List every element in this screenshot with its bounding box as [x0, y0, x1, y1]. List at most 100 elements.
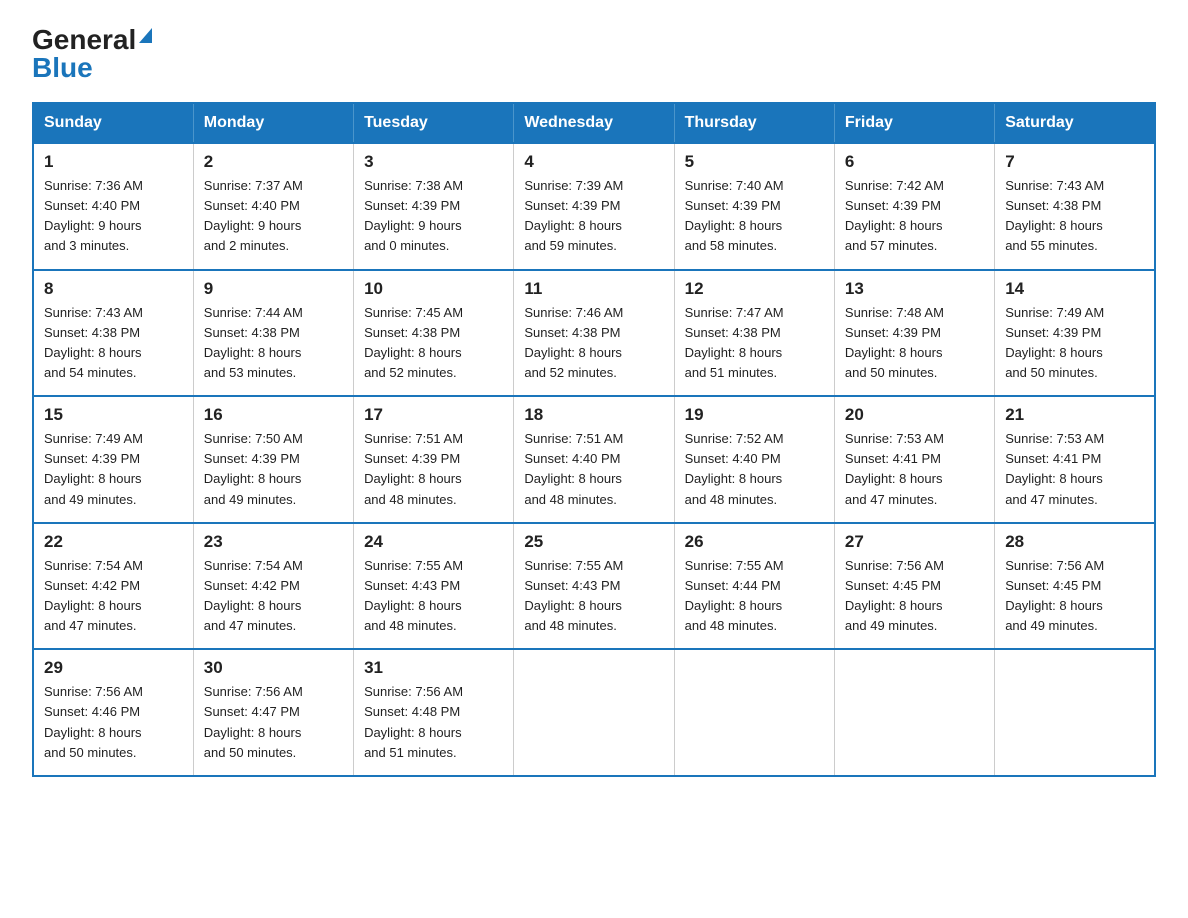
day-number: 9 [204, 279, 343, 299]
day-cell: 14 Sunrise: 7:49 AMSunset: 4:39 PMDaylig… [995, 270, 1155, 397]
week-row-5: 29 Sunrise: 7:56 AMSunset: 4:46 PMDaylig… [33, 649, 1155, 776]
day-cell: 19 Sunrise: 7:52 AMSunset: 4:40 PMDaylig… [674, 396, 834, 523]
col-header-monday: Monday [193, 103, 353, 143]
day-info: Sunrise: 7:43 AMSunset: 4:38 PMDaylight:… [1005, 178, 1104, 253]
calendar-table: SundayMondayTuesdayWednesdayThursdayFrid… [32, 102, 1156, 777]
day-number: 23 [204, 532, 343, 552]
day-info: Sunrise: 7:53 AMSunset: 4:41 PMDaylight:… [1005, 431, 1104, 506]
day-number: 31 [364, 658, 503, 678]
day-number: 14 [1005, 279, 1144, 299]
day-number: 18 [524, 405, 663, 425]
day-cell: 15 Sunrise: 7:49 AMSunset: 4:39 PMDaylig… [33, 396, 193, 523]
day-cell: 6 Sunrise: 7:42 AMSunset: 4:39 PMDayligh… [834, 143, 994, 270]
day-info: Sunrise: 7:42 AMSunset: 4:39 PMDaylight:… [845, 178, 944, 253]
day-cell: 7 Sunrise: 7:43 AMSunset: 4:38 PMDayligh… [995, 143, 1155, 270]
day-info: Sunrise: 7:54 AMSunset: 4:42 PMDaylight:… [44, 558, 143, 633]
day-info: Sunrise: 7:43 AMSunset: 4:38 PMDaylight:… [44, 305, 143, 380]
day-info: Sunrise: 7:38 AMSunset: 4:39 PMDaylight:… [364, 178, 463, 253]
day-number: 30 [204, 658, 343, 678]
day-number: 28 [1005, 532, 1144, 552]
day-number: 21 [1005, 405, 1144, 425]
day-cell: 21 Sunrise: 7:53 AMSunset: 4:41 PMDaylig… [995, 396, 1155, 523]
day-number: 2 [204, 152, 343, 172]
day-info: Sunrise: 7:39 AMSunset: 4:39 PMDaylight:… [524, 178, 623, 253]
day-cell: 28 Sunrise: 7:56 AMSunset: 4:45 PMDaylig… [995, 523, 1155, 650]
day-cell: 31 Sunrise: 7:56 AMSunset: 4:48 PMDaylig… [354, 649, 514, 776]
col-header-wednesday: Wednesday [514, 103, 674, 143]
day-info: Sunrise: 7:56 AMSunset: 4:45 PMDaylight:… [845, 558, 944, 633]
day-cell: 26 Sunrise: 7:55 AMSunset: 4:44 PMDaylig… [674, 523, 834, 650]
day-number: 7 [1005, 152, 1144, 172]
day-number: 24 [364, 532, 503, 552]
day-cell: 13 Sunrise: 7:48 AMSunset: 4:39 PMDaylig… [834, 270, 994, 397]
day-info: Sunrise: 7:47 AMSunset: 4:38 PMDaylight:… [685, 305, 784, 380]
day-number: 19 [685, 405, 824, 425]
day-info: Sunrise: 7:53 AMSunset: 4:41 PMDaylight:… [845, 431, 944, 506]
day-info: Sunrise: 7:56 AMSunset: 4:46 PMDaylight:… [44, 684, 143, 759]
day-cell: 22 Sunrise: 7:54 AMSunset: 4:42 PMDaylig… [33, 523, 193, 650]
day-cell: 17 Sunrise: 7:51 AMSunset: 4:39 PMDaylig… [354, 396, 514, 523]
day-number: 15 [44, 405, 183, 425]
day-info: Sunrise: 7:40 AMSunset: 4:39 PMDaylight:… [685, 178, 784, 253]
day-info: Sunrise: 7:49 AMSunset: 4:39 PMDaylight:… [44, 431, 143, 506]
day-number: 27 [845, 532, 984, 552]
day-cell [834, 649, 994, 776]
day-number: 12 [685, 279, 824, 299]
day-info: Sunrise: 7:51 AMSunset: 4:40 PMDaylight:… [524, 431, 623, 506]
logo-blue-text: Blue [32, 52, 93, 83]
day-cell [514, 649, 674, 776]
day-number: 3 [364, 152, 503, 172]
day-cell: 24 Sunrise: 7:55 AMSunset: 4:43 PMDaylig… [354, 523, 514, 650]
day-info: Sunrise: 7:55 AMSunset: 4:43 PMDaylight:… [524, 558, 623, 633]
day-cell: 8 Sunrise: 7:43 AMSunset: 4:38 PMDayligh… [33, 270, 193, 397]
col-header-saturday: Saturday [995, 103, 1155, 143]
day-info: Sunrise: 7:55 AMSunset: 4:43 PMDaylight:… [364, 558, 463, 633]
day-number: 26 [685, 532, 824, 552]
day-cell: 3 Sunrise: 7:38 AMSunset: 4:39 PMDayligh… [354, 143, 514, 270]
week-row-2: 8 Sunrise: 7:43 AMSunset: 4:38 PMDayligh… [33, 270, 1155, 397]
logo-triangle-icon [139, 28, 152, 43]
day-cell: 2 Sunrise: 7:37 AMSunset: 4:40 PMDayligh… [193, 143, 353, 270]
day-info: Sunrise: 7:48 AMSunset: 4:39 PMDaylight:… [845, 305, 944, 380]
day-cell: 16 Sunrise: 7:50 AMSunset: 4:39 PMDaylig… [193, 396, 353, 523]
day-number: 10 [364, 279, 503, 299]
col-header-thursday: Thursday [674, 103, 834, 143]
day-cell: 29 Sunrise: 7:56 AMSunset: 4:46 PMDaylig… [33, 649, 193, 776]
col-header-friday: Friday [834, 103, 994, 143]
day-info: Sunrise: 7:46 AMSunset: 4:38 PMDaylight:… [524, 305, 623, 380]
day-cell [674, 649, 834, 776]
day-number: 29 [44, 658, 183, 678]
week-row-1: 1 Sunrise: 7:36 AMSunset: 4:40 PMDayligh… [33, 143, 1155, 270]
day-info: Sunrise: 7:56 AMSunset: 4:47 PMDaylight:… [204, 684, 303, 759]
day-info: Sunrise: 7:37 AMSunset: 4:40 PMDaylight:… [204, 178, 303, 253]
col-header-tuesday: Tuesday [354, 103, 514, 143]
day-info: Sunrise: 7:51 AMSunset: 4:39 PMDaylight:… [364, 431, 463, 506]
day-cell: 25 Sunrise: 7:55 AMSunset: 4:43 PMDaylig… [514, 523, 674, 650]
day-cell: 23 Sunrise: 7:54 AMSunset: 4:42 PMDaylig… [193, 523, 353, 650]
day-number: 17 [364, 405, 503, 425]
day-info: Sunrise: 7:45 AMSunset: 4:38 PMDaylight:… [364, 305, 463, 380]
day-info: Sunrise: 7:56 AMSunset: 4:48 PMDaylight:… [364, 684, 463, 759]
day-cell: 1 Sunrise: 7:36 AMSunset: 4:40 PMDayligh… [33, 143, 193, 270]
day-info: Sunrise: 7:54 AMSunset: 4:42 PMDaylight:… [204, 558, 303, 633]
day-info: Sunrise: 7:50 AMSunset: 4:39 PMDaylight:… [204, 431, 303, 506]
day-number: 4 [524, 152, 663, 172]
logo: General Blue [32, 24, 152, 84]
day-cell: 27 Sunrise: 7:56 AMSunset: 4:45 PMDaylig… [834, 523, 994, 650]
day-cell: 12 Sunrise: 7:47 AMSunset: 4:38 PMDaylig… [674, 270, 834, 397]
day-number: 1 [44, 152, 183, 172]
day-number: 22 [44, 532, 183, 552]
day-cell: 9 Sunrise: 7:44 AMSunset: 4:38 PMDayligh… [193, 270, 353, 397]
day-cell: 30 Sunrise: 7:56 AMSunset: 4:47 PMDaylig… [193, 649, 353, 776]
day-number: 8 [44, 279, 183, 299]
page-header: General Blue [32, 24, 1156, 84]
day-cell: 10 Sunrise: 7:45 AMSunset: 4:38 PMDaylig… [354, 270, 514, 397]
day-number: 11 [524, 279, 663, 299]
day-number: 16 [204, 405, 343, 425]
day-number: 5 [685, 152, 824, 172]
day-number: 20 [845, 405, 984, 425]
day-cell: 20 Sunrise: 7:53 AMSunset: 4:41 PMDaylig… [834, 396, 994, 523]
day-cell: 5 Sunrise: 7:40 AMSunset: 4:39 PMDayligh… [674, 143, 834, 270]
col-header-sunday: Sunday [33, 103, 193, 143]
day-info: Sunrise: 7:56 AMSunset: 4:45 PMDaylight:… [1005, 558, 1104, 633]
